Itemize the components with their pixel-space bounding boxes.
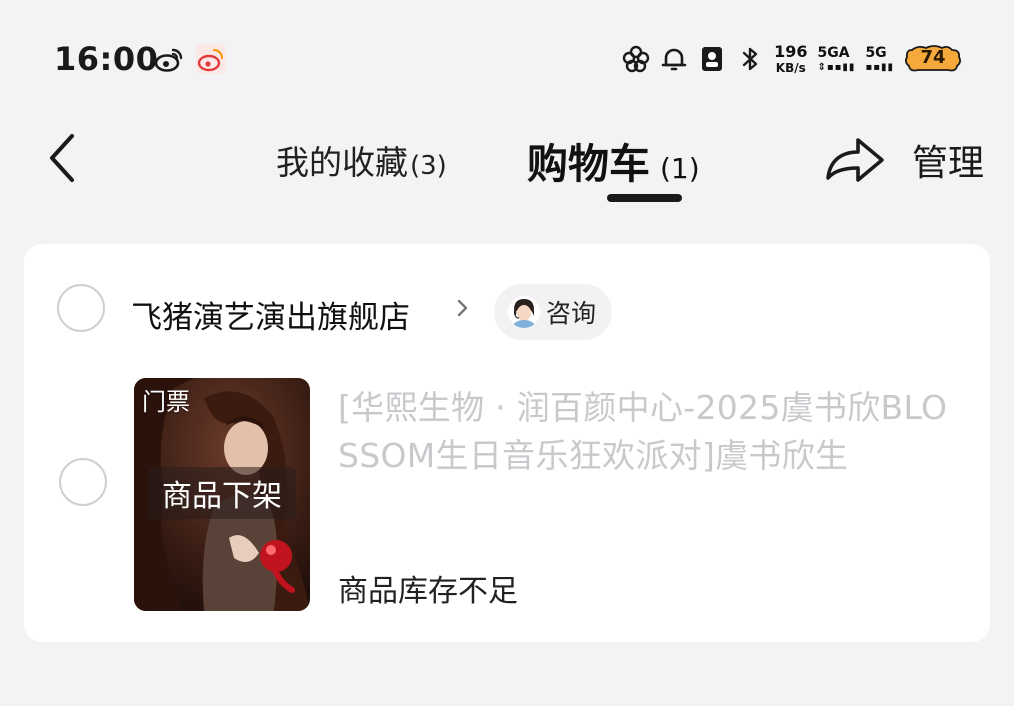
tab-favorites-count: (3) <box>410 151 447 181</box>
chevron-left-icon[interactable] <box>40 130 84 186</box>
tab-favorites-label: 我的收藏 <box>276 143 408 182</box>
manage-button[interactable]: 管理 <box>912 134 984 186</box>
id-card-icon <box>702 47 723 71</box>
bluetooth-icon <box>742 47 758 71</box>
delisted-overlay: 商品下架 <box>148 467 296 519</box>
weibo-alt-icon <box>196 44 226 74</box>
cart-shop-card: 飞猪演艺演出旗舰店 咨询 门票 商品下架 [华熙生物 · 润百颜中心-2025虞… <box>24 244 990 642</box>
consult-button[interactable]: 咨询 <box>494 284 612 340</box>
thumb-tag: 门票 <box>142 388 190 416</box>
status-time: 16:00 <box>54 40 159 78</box>
tab-cart-count: (1) <box>660 152 700 185</box>
signal-5g: 5G ▪▪▮▮ <box>865 46 894 73</box>
item-thumbnail[interactable]: 门票 商品下架 <box>134 378 310 611</box>
signal-5ga-label: 5GA <box>817 44 850 61</box>
flower-icon <box>622 45 650 73</box>
signal-5g-label: 5G <box>865 44 887 61</box>
status-right-group: 196 KB/s 5GA ⇕▪▪▮▮ 5G ▪▪▮▮ 74 <box>622 38 962 80</box>
weibo-icon <box>154 48 183 72</box>
signal-5g-bars: ▪▪▮▮ <box>865 61 894 73</box>
consult-label: 咨询 <box>546 299 597 328</box>
battery-indicator: 74 <box>904 44 962 74</box>
service-agent-avatar-icon <box>508 296 540 328</box>
item-select-radio[interactable] <box>59 458 107 506</box>
net-speed-unit: KB/s <box>775 61 806 75</box>
active-tab-indicator <box>607 194 682 202</box>
status-bar: 16:00 196 KB/s 5GA ⇕▪▪▮▮ 5G ▪▪▮▮ 74 <box>0 0 1014 110</box>
stock-status-note: 商品库存不足 <box>338 574 518 609</box>
shop-name[interactable]: 飞猪演艺演出旗舰店 <box>131 292 410 337</box>
item-title[interactable]: [华熙生物 · 润百颜中心-2025虞书欣BLOSSOM生日音乐狂欢派对]虞书欣… <box>338 384 968 480</box>
battery-level: 74 <box>920 47 946 68</box>
tab-cart[interactable]: 购物车 (1) <box>527 130 700 190</box>
tab-favorites[interactable]: 我的收藏 (3) <box>276 136 447 184</box>
signal-5ga: 5GA ⇕▪▪▮▮ <box>817 46 855 73</box>
bell-icon <box>661 48 687 71</box>
signal-5ga-bars: ⇕▪▪▮▮ <box>817 61 856 73</box>
net-speed-value: 196 <box>774 42 808 61</box>
nav-bar: 我的收藏 (3) 购物车 (1) 管理 <box>0 110 1014 210</box>
tab-cart-label: 购物车 <box>527 140 650 188</box>
net-speed: 196 KB/s <box>774 42 808 75</box>
share-arrow-icon[interactable] <box>822 130 888 186</box>
chevron-right-icon[interactable] <box>456 296 470 320</box>
shop-select-radio[interactable] <box>57 284 105 332</box>
